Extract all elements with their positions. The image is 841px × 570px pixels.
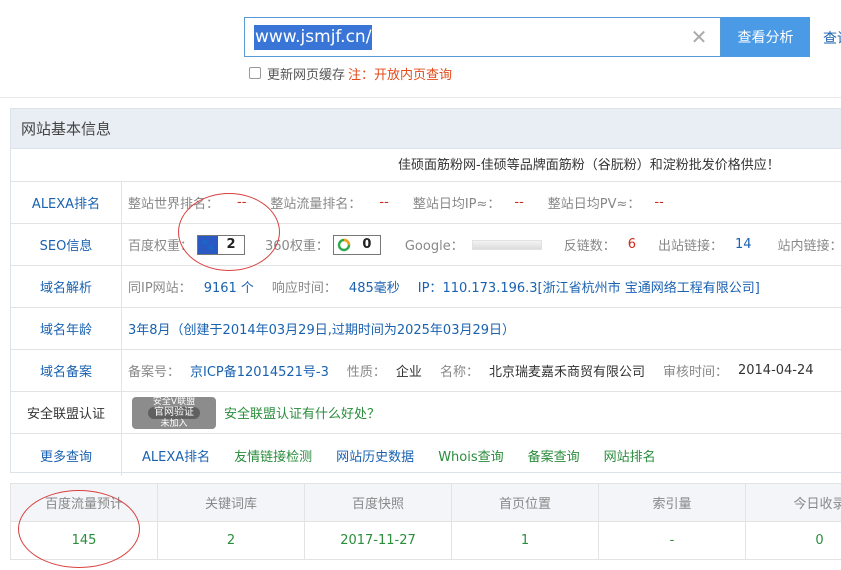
stats-header-keywords: 关键词库 (158, 484, 305, 521)
cache-option: 更新网页缓存 注：开放内页查询 (249, 64, 452, 83)
cache-checkbox[interactable] (249, 67, 261, 79)
response-label: 响应时间： (271, 281, 337, 296)
response-value: 485毫秒 (348, 281, 400, 296)
stats-value-position[interactable]: 1 (452, 522, 599, 559)
traffic-rank-value: -- (379, 195, 389, 210)
inlinks-label: 站内链接： (777, 239, 841, 254)
analyze-button[interactable]: 查看分析 (721, 17, 810, 57)
icp-row: 域名备案 备案号： 京ICP备12014521号-3 性质： 企业 名称： 北京… (11, 350, 841, 392)
panel-title: 网站基本信息 (11, 109, 841, 149)
stats-header-row: 百度流量预计 关键词库 百度快照 首页位置 索引量 今日收录 (11, 484, 841, 522)
outlinks-label: 出站链接： (657, 239, 723, 254)
age-label[interactable]: 域名年龄 (11, 308, 122, 349)
icp-name-value: 北京瑞麦嘉禾商贸有限公司 (488, 365, 645, 380)
stats-value-index[interactable]: - (599, 522, 746, 559)
stats-value-snapshot[interactable]: 2017-11-27 (305, 522, 452, 559)
daily-ip-label: 整站日均IP≈： (412, 197, 501, 212)
same-ip-value[interactable]: 9161 个 (204, 277, 254, 296)
stats-value-keywords[interactable]: 2 (158, 522, 305, 559)
icp-type-value: 企业 (395, 365, 422, 380)
more-link-whois[interactable]: Whois查询 (438, 446, 503, 465)
cache-note[interactable]: 注：开放内页查询 (348, 64, 452, 83)
seal-main-text: 官网验证 (148, 406, 200, 419)
seo-row: SEO信息 百度权重： 🐾 2 360权重： 0 Google： 反链数： 6 … (11, 224, 841, 266)
so360-weight-label: 360权重： (265, 239, 329, 254)
daily-pv-label: 整站日均PV≈： (547, 197, 641, 212)
security-row: 安全联盟认证 安全V联盟 官网验证 未加入 安全联盟认证有什么好处？ (11, 392, 841, 434)
ip-value[interactable]: 110.173.196.3[浙江省杭州市 宝通网络工程有限公司] (442, 277, 759, 296)
daily-pv-value: -- (654, 195, 664, 210)
world-rank-value: -- (237, 195, 247, 210)
more-link-history[interactable]: 网站历史数据 (336, 446, 414, 465)
more-link-friend[interactable]: 友情链接检测 (234, 446, 312, 465)
site-description: 佳硕面筋粉网-佳硕等品牌面筋粉（谷朊粉）和淀粉批发价格供应！ (11, 149, 841, 182)
so360-weight-badge[interactable]: 0 (332, 234, 381, 255)
backlinks-label: 反链数： (563, 239, 616, 254)
alexa-label[interactable]: ALEXA排名 (11, 182, 122, 223)
google-pr-bar (471, 239, 542, 250)
baidu-weight-label: 百度权重： (128, 239, 194, 254)
age-row: 域名年龄 3年8月（创建于2014年03月29日,过期时间为2025年03月29… (11, 308, 841, 350)
icp-type-label: 性质： (346, 365, 386, 380)
google-label: Google： (404, 239, 464, 254)
icp-number-label: 备案号： (128, 365, 181, 380)
dns-row: 域名解析 同IP网站： 9161 个 响应时间： 485毫秒 IP： 110.1… (11, 266, 841, 308)
so360-ring-icon (334, 236, 354, 254)
stats-header-position: 首页位置 (452, 484, 599, 521)
stats-value-today[interactable]: 0 (746, 522, 841, 559)
baidu-weight-badge[interactable]: 🐾 2 (197, 234, 246, 255)
more-label[interactable]: 更多查询 (11, 434, 122, 476)
stats-value-traffic[interactable]: 145 (11, 522, 158, 559)
more-row: 更多查询 ALEXA排名 友情链接检测 网站历史数据 Whois查询 备案查询 … (11, 434, 841, 476)
icp-date-value: 2014-04-24 (737, 363, 814, 378)
seal-top-text: 安全V联盟 (152, 396, 196, 407)
stats-value-row: 145 2 2017-11-27 1 - 0 (11, 522, 841, 559)
more-link-icp[interactable]: 备案查询 (528, 446, 580, 465)
site-info-panel: 网站基本信息 佳硕面筋粉网-佳硕等品牌面筋粉（谷朊粉）和淀粉批发价格供应！ AL… (10, 108, 841, 476)
age-value: 3年8月（创建于2014年03月29日,过期时间为2025年03月29日） (128, 323, 516, 338)
icp-number-value[interactable]: 京ICP备12014521号-3 (190, 361, 329, 380)
baidu-paw-icon: 🐾 (198, 235, 219, 254)
ip-label: IP： (417, 281, 443, 296)
security-info-link[interactable]: 安全联盟认证有什么好处？ (224, 403, 380, 422)
backlinks-value[interactable]: 6 (628, 237, 636, 252)
search-box[interactable]: www.jsmjf.cn/ ✕ (244, 17, 721, 57)
outlinks-value[interactable]: 14 (735, 237, 752, 252)
security-seal-icon[interactable]: 安全V联盟 官网验证 未加入 (132, 396, 216, 429)
close-icon[interactable]: ✕ (690, 27, 708, 47)
icp-name-label: 名称： (439, 365, 479, 380)
cache-label: 更新网页缓存 (267, 67, 346, 83)
dns-label[interactable]: 域名解析 (11, 266, 122, 307)
seal-sub-text: 未加入 (160, 418, 188, 429)
search-input-value[interactable]: www.jsmjf.cn/ (254, 25, 373, 50)
stats-table: 百度流量预计 关键词库 百度快照 首页位置 索引量 今日收录 145 2 201… (10, 483, 841, 560)
query-link[interactable]: 查询 (823, 28, 841, 48)
world-rank-label: 整站世界排名： (128, 197, 220, 212)
alexa-row: ALEXA排名 整站世界排名： -- 整站流量排名： -- 整站日均IP≈： -… (11, 182, 841, 224)
icp-date-label: 审核时间： (662, 365, 728, 380)
traffic-rank-label: 整站流量排名： (270, 197, 362, 212)
more-link-rank[interactable]: 网站排名 (604, 446, 656, 465)
so360-weight-value: 0 (362, 237, 372, 252)
stats-header-snapshot: 百度快照 (305, 484, 452, 521)
daily-ip-value: -- (514, 195, 524, 210)
security-label[interactable]: 安全联盟认证 (11, 392, 122, 433)
seo-label[interactable]: SEO信息 (11, 224, 122, 265)
baidu-weight-value: 2 (226, 237, 236, 252)
more-link-alexa[interactable]: ALEXA排名 (142, 446, 210, 465)
stats-header-traffic: 百度流量预计 (11, 484, 158, 521)
stats-header-index: 索引量 (599, 484, 746, 521)
divider (0, 97, 841, 98)
icp-label[interactable]: 域名备案 (11, 350, 122, 391)
same-ip-label: 同IP网站： (128, 281, 192, 296)
stats-header-today: 今日收录 (793, 497, 841, 512)
